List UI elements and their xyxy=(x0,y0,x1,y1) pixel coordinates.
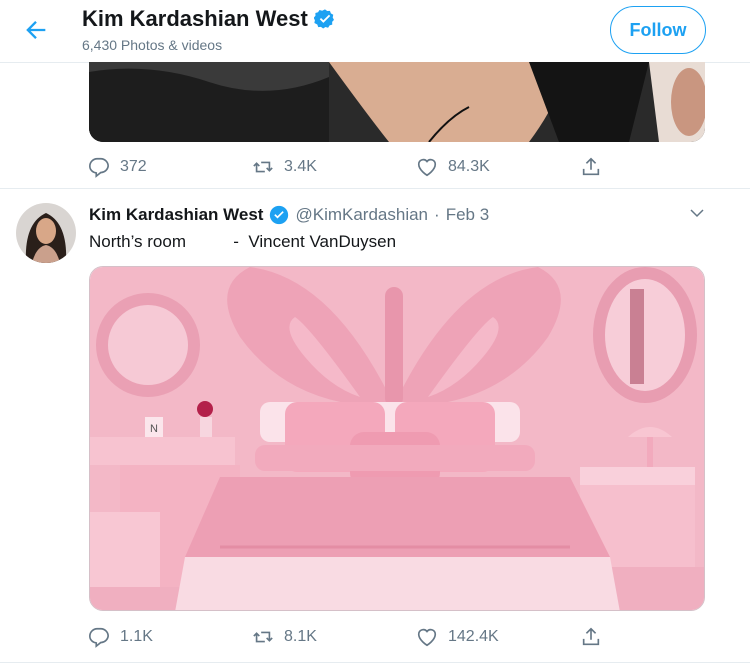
verified-badge-icon xyxy=(270,205,289,225)
retweet-action[interactable]: 8.1K xyxy=(252,626,317,648)
avatar[interactable] xyxy=(16,203,76,263)
like-action[interactable]: 142.4K xyxy=(416,626,499,648)
like-count: 84.3K xyxy=(448,158,490,175)
profile-header: Kim Kardashian West 6,430 Photos & video… xyxy=(0,0,750,63)
tweet2-actions: 1.1K 8.1K 142.4K xyxy=(88,622,708,652)
reply-action[interactable]: 1.1K xyxy=(88,626,153,648)
like-action[interactable]: 84.3K xyxy=(416,156,490,178)
tweet-image-portrait[interactable] xyxy=(89,62,705,142)
separator-dot: · xyxy=(434,205,440,224)
tweet-text: North’s room - Vincent VanDuysen xyxy=(89,232,397,251)
reply-icon xyxy=(89,627,109,648)
share-icon xyxy=(582,157,600,176)
reply-action[interactable]: 372 xyxy=(88,156,147,178)
verified-badge-icon xyxy=(313,9,334,29)
like-count: 142.4K xyxy=(448,628,499,645)
retweet-action[interactable]: 3.4K xyxy=(252,156,317,178)
tweet-divider xyxy=(0,188,750,189)
share-action[interactable] xyxy=(580,626,602,648)
share-action[interactable] xyxy=(580,156,602,178)
profile-name-text: Kim Kardashian West xyxy=(82,6,308,31)
tweet-date[interactable]: Feb 3 xyxy=(446,205,489,225)
reply-count: 372 xyxy=(120,158,147,175)
tweet1-actions: 372 3.4K 84.3K xyxy=(88,152,708,182)
media-count: 6,430 Photos & videos xyxy=(82,37,223,53)
svg-text:N: N xyxy=(150,423,158,435)
follow-button[interactable]: Follow xyxy=(610,6,706,54)
heart-icon xyxy=(417,158,437,177)
back-arrow-icon[interactable] xyxy=(22,16,50,44)
retweet-icon xyxy=(253,631,273,643)
retweet-count: 8.1K xyxy=(284,628,317,645)
chevron-down-icon[interactable] xyxy=(688,204,706,222)
retweet-count: 3.4K xyxy=(284,158,317,175)
share-icon xyxy=(582,627,600,646)
retweet-icon xyxy=(253,161,273,173)
tweet-divider xyxy=(0,662,750,663)
profile-name: Kim Kardashian West xyxy=(82,6,336,32)
author-name[interactable]: Kim Kardashian West xyxy=(89,205,263,225)
reply-icon xyxy=(89,157,109,178)
heart-icon xyxy=(417,628,437,647)
tweet-header: Kim Kardashian West @KimKardashian · Feb… xyxy=(89,205,489,225)
tweet-image-bedroom[interactable]: N xyxy=(89,266,705,611)
author-handle[interactable]: @KimKardashian xyxy=(295,205,428,225)
reply-count: 1.1K xyxy=(120,628,153,645)
